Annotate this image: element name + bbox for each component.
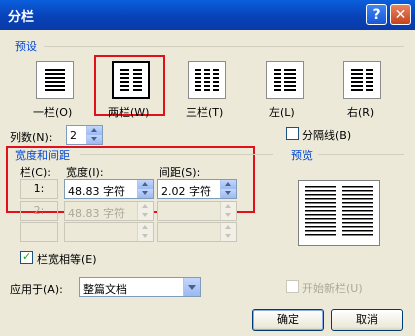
preview-page [298, 180, 380, 246]
right-column-icon [351, 69, 373, 91]
preset-right-label: 右(R) [347, 106, 375, 119]
spin-up-icon [137, 202, 153, 211]
one-column-icon [45, 69, 65, 91]
spacing-spinner [157, 222, 237, 242]
presets-divider [44, 46, 404, 47]
two-columns-icon [120, 69, 142, 91]
spin-down-icon[interactable] [220, 189, 236, 198]
preset-left[interactable] [266, 61, 304, 99]
width-value: 48.83 字符 [68, 207, 125, 220]
apply-to-select[interactable]: 整篇文档 [79, 277, 201, 297]
equal-width-label: 栏宽相等(E) [37, 253, 97, 266]
help-icon: ? [372, 7, 381, 23]
preview-divider [318, 154, 404, 155]
spin-down-icon [137, 232, 153, 241]
separator-label: 分隔线(B) [302, 129, 352, 142]
window-title: 分栏 [8, 10, 35, 25]
preset-two-columns-label: 两栏(W) [108, 106, 150, 119]
left-column-icon [274, 69, 296, 91]
spacing-spinner [157, 201, 237, 221]
equal-width-checkbox[interactable] [20, 250, 33, 264]
col-number: 1: [20, 179, 58, 199]
width-header: 宽度(I): [66, 166, 104, 179]
separator-checkbox[interactable] [286, 127, 299, 140]
num-columns-spinner[interactable]: 2 [66, 125, 103, 145]
new-column-checkbox [286, 280, 299, 293]
presets-group-label: 预设 [15, 40, 37, 53]
spin-down-icon[interactable] [86, 135, 102, 144]
preset-three-columns[interactable] [188, 61, 226, 99]
col-header: 栏(C): [20, 166, 51, 179]
spin-up-icon[interactable] [86, 126, 102, 135]
width-spinner [64, 222, 154, 242]
help-button[interactable]: ? [366, 4, 387, 25]
spin-down-icon[interactable] [137, 189, 153, 198]
spin-up-icon [220, 202, 236, 211]
spin-down-icon [220, 232, 236, 241]
preset-right[interactable] [343, 61, 381, 99]
spin-down-icon [220, 211, 236, 220]
num-columns-value: 2 [70, 129, 77, 142]
title-bar: 分栏 ? ✕ [0, 0, 415, 30]
apply-to-label: 应用于(A): [10, 283, 63, 296]
width-spacing-group-label: 宽度和间距 [15, 149, 70, 162]
width-spacing-divider [80, 154, 273, 155]
cancel-button[interactable]: 取消 [331, 309, 403, 331]
preset-left-label: 左(L) [269, 106, 295, 119]
new-column-label: 开始新栏(U) [302, 282, 363, 295]
three-columns-icon [195, 69, 219, 91]
close-icon: ✕ [394, 7, 407, 23]
spacing-header: 间距(S): [159, 166, 201, 179]
spin-up-icon [137, 223, 153, 232]
close-button[interactable]: ✕ [390, 4, 411, 25]
spin-up-icon [220, 223, 236, 232]
width-value: 48.83 字符 [68, 185, 125, 198]
preset-one-column[interactable] [36, 61, 74, 99]
preset-two-columns[interactable] [112, 61, 150, 99]
num-columns-label: 列数(N): [10, 131, 53, 144]
width-spinner[interactable]: 48.83 字符 [64, 179, 154, 199]
preview-group-label: 预览 [291, 149, 313, 162]
spin-down-icon [137, 211, 153, 220]
preset-three-columns-label: 三栏(T) [186, 106, 224, 119]
col-number: 2: [20, 201, 58, 221]
spacing-spinner[interactable]: 2.02 字符 [157, 179, 237, 199]
ok-button[interactable]: 确定 [252, 309, 324, 331]
width-spinner: 48.83 字符 [64, 201, 154, 221]
col-number [20, 222, 58, 242]
preset-one-column-label: 一栏(O) [33, 106, 73, 119]
spacing-value: 2.02 字符 [161, 185, 211, 198]
two-column-preview-icon [305, 186, 373, 236]
chevron-down-icon[interactable] [183, 278, 200, 296]
spin-up-icon[interactable] [220, 180, 236, 189]
spin-up-icon[interactable] [137, 180, 153, 189]
apply-to-value: 整篇文档 [83, 283, 127, 296]
